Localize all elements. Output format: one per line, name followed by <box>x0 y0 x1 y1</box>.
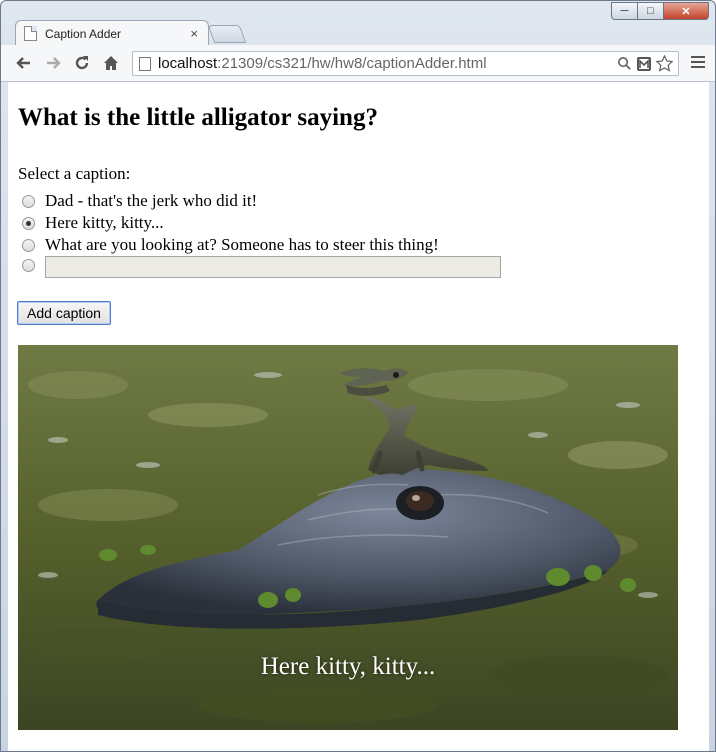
minimize-button[interactable]: ─ <box>611 2 638 20</box>
alligator-photo: Here kitty, kitty... <box>18 345 678 730</box>
page-icon <box>24 26 37 41</box>
home-icon[interactable] <box>98 50 124 76</box>
caption-radio-3[interactable] <box>22 238 35 252</box>
select-caption-label: Select a caption: <box>18 164 131 183</box>
close-window-button[interactable]: ✕ <box>663 2 709 20</box>
caption-option[interactable]: What are you looking at? Someone has to … <box>22 234 501 256</box>
title-bar: ─ □ ✕ Caption Adder × <box>1 1 715 46</box>
browser-tab[interactable]: Caption Adder × <box>15 20 209 46</box>
caption-options: Dad - that's the jerk who did it! Here k… <box>22 190 501 278</box>
extension-icon[interactable] <box>634 54 654 74</box>
caption-option[interactable]: Here kitty, kitty... <box>22 212 501 234</box>
reload-icon[interactable] <box>69 50 95 76</box>
caption-option-label: What are you looking at? Someone has to … <box>45 235 439 254</box>
forward-icon[interactable] <box>40 50 66 76</box>
photo-caption: Here kitty, kitty... <box>260 653 436 680</box>
page-content: What is the little alligator saying? Sel… <box>8 82 709 751</box>
maximize-button[interactable]: □ <box>637 2 664 20</box>
add-caption-button[interactable]: Add caption <box>17 301 111 325</box>
browser-toolbar: localhost:21309/cs321/hw/hw8/captionAdde… <box>1 45 715 82</box>
search-icon[interactable] <box>614 54 634 74</box>
page-info-icon[interactable] <box>139 56 151 71</box>
new-tab-button[interactable] <box>207 25 247 43</box>
tab-close-icon[interactable]: × <box>190 26 198 41</box>
bookmark-star-icon[interactable] <box>654 54 674 74</box>
menu-icon[interactable] <box>691 56 705 70</box>
caption-option[interactable]: Dad - that's the jerk who did it! <box>22 190 501 212</box>
caption-radio-custom[interactable] <box>22 258 35 272</box>
caption-radio-1[interactable] <box>22 194 35 208</box>
url-text[interactable]: localhost:21309/cs321/hw/hw8/captionAdde… <box>158 55 614 72</box>
page-title: What is the little alligator saying? <box>18 104 378 131</box>
browser-window: ─ □ ✕ Caption Adder × localhost:21309/cs… <box>0 0 716 752</box>
caption-option-label: Here kitty, kitty... <box>45 213 164 232</box>
window-controls: ─ □ ✕ <box>611 2 709 20</box>
back-icon[interactable] <box>11 50 37 76</box>
address-bar[interactable]: localhost:21309/cs321/hw/hw8/captionAdde… <box>132 51 679 76</box>
tab-title: Caption Adder <box>45 26 122 41</box>
caption-radio-2[interactable] <box>22 216 35 230</box>
caption-option-custom[interactable] <box>22 256 501 278</box>
custom-caption-input[interactable] <box>45 256 501 278</box>
caption-option-label: Dad - that's the jerk who did it! <box>45 191 258 210</box>
